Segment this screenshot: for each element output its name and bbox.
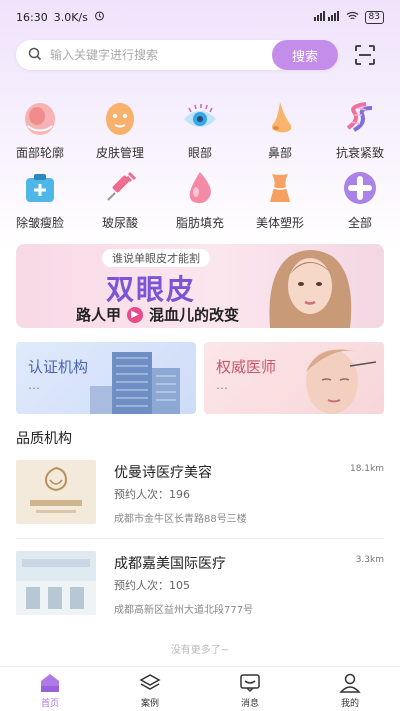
home-icon — [39, 673, 61, 693]
category-label: 抗衰紧致 — [335, 146, 384, 160]
category-eye[interactable]: 眼部 — [165, 98, 235, 166]
category-label: 除皱瘦脸 — [15, 216, 64, 230]
category-anti-aging[interactable]: 抗衰紧致 — [325, 98, 395, 166]
search-box: 搜索 — [16, 40, 338, 70]
status-bar: 16:30 3.0K/s 83 — [0, 0, 400, 34]
scan-icon[interactable] — [354, 44, 376, 66]
cases-icon — [139, 673, 161, 693]
category-label: 鼻部 — [267, 146, 292, 160]
bottom-tab-bar: 首页 案例 消息 我的 — [0, 666, 400, 711]
banner-title: 双眼皮 — [106, 273, 197, 306]
tab-cases[interactable]: 案例 — [100, 667, 200, 711]
card-dots: … — [216, 378, 228, 392]
category-label: 美体塑形 — [255, 216, 304, 230]
category-label: 脂肪填充 — [175, 216, 224, 230]
category-label: 面部轮廓 — [15, 146, 64, 160]
institution-name: 成都嘉美国际医疗 — [114, 556, 226, 572]
search-input[interactable] — [50, 48, 250, 62]
banner-subtitle: 路人甲 ▶ 混血儿的改变 — [76, 304, 239, 325]
category-label: 玻尿酸 — [101, 216, 138, 230]
section-title: 品质机构 — [16, 431, 72, 447]
institution-appointments: 预约人次：105 — [114, 579, 190, 592]
institution-item[interactable]: 成都嘉美国际医疗 3.3km 预约人次：105 成都高新区益州大道北段777号 — [16, 551, 384, 617]
tab-label: 我的 — [340, 699, 359, 709]
tab-label: 案例 — [140, 699, 159, 709]
institution-distance: 3.3km — [355, 555, 384, 565]
eye-icon — [180, 98, 220, 138]
medical-kit-icon — [20, 168, 60, 208]
feature-cards: 认证机构 … 权威医师 … — [16, 342, 384, 414]
dna-icon — [340, 98, 380, 138]
profile-icon — [339, 673, 361, 693]
category-face-contour[interactable]: 面部轮廓 — [5, 98, 75, 166]
body-shape-icon — [260, 168, 300, 208]
certified-institutions-card[interactable]: 认证机构 … — [16, 342, 196, 414]
category-wrinkle-removal[interactable]: 除皱瘦脸 — [5, 168, 75, 236]
tab-label: 首页 — [40, 699, 59, 709]
institution-logo — [16, 460, 96, 524]
institution-photo — [16, 551, 96, 615]
institution-name: 优曼诗医疗美容 — [114, 465, 212, 481]
message-icon — [239, 673, 261, 693]
category-label: 全部 — [347, 216, 372, 230]
face-contour-icon — [20, 98, 60, 138]
fat-drop-icon — [180, 168, 220, 208]
institution-address: 成都市金牛区长青路88号三楼 — [114, 514, 247, 525]
network-speed: 3.0K/s — [53, 10, 88, 24]
doctor-face-image — [306, 349, 377, 414]
category-grid: 面部轮廓 皮肤管理 眼部 鼻部 抗衰紧致 除皱瘦脸 玻尿酸 脂肪填充 美体塑形 … — [0, 98, 400, 236]
category-skin-care[interactable]: 皮肤管理 — [85, 98, 155, 166]
category-fat-filling[interactable]: 脂肪填充 — [165, 168, 235, 236]
tab-messages[interactable]: 消息 — [200, 667, 300, 711]
banner-tag: 谁说单眼皮才能割 — [102, 249, 210, 267]
category-nose[interactable]: 鼻部 — [245, 98, 315, 166]
building-image — [90, 352, 180, 414]
plus-circle-icon — [340, 168, 380, 208]
syringe-icon — [100, 168, 140, 208]
divider — [16, 538, 384, 539]
institution-address: 成都高新区益州大道北段777号 — [114, 605, 254, 616]
alarm-icon — [94, 10, 105, 24]
institution-distance: 18.1km — [349, 464, 384, 474]
banner-subtitle-left: 路人甲 — [76, 306, 122, 324]
category-all[interactable]: 全部 — [325, 168, 395, 236]
model-face-image — [269, 250, 352, 328]
card-title: 权威医师 — [216, 358, 277, 376]
institution-appointments: 预约人次：196 — [114, 488, 190, 501]
arrow-right-icon: ▶ — [127, 306, 144, 323]
search-row: 搜索 — [16, 40, 384, 70]
tab-profile[interactable]: 我的 — [300, 667, 400, 711]
search-icon — [28, 46, 42, 65]
institution-item[interactable]: 优曼诗医疗美容 18.1km 预约人次：196 成都市金牛区长青路88号三楼 — [16, 460, 384, 526]
tab-home[interactable]: 首页 — [0, 667, 100, 711]
tab-label: 消息 — [240, 699, 259, 709]
battery-icon: 83 — [364, 10, 384, 24]
skin-mask-icon — [100, 98, 140, 138]
category-label: 皮肤管理 — [95, 146, 144, 160]
card-dots: … — [28, 378, 40, 392]
category-body-shaping[interactable]: 美体塑形 — [245, 168, 315, 236]
promo-banner[interactable]: 谁说单眼皮才能割 双眼皮 路人甲 ▶ 混血儿的改变 — [16, 244, 384, 328]
category-label: 眼部 — [187, 146, 212, 160]
signal-icon — [313, 10, 340, 24]
category-hyaluronic-acid[interactable]: 玻尿酸 — [85, 168, 155, 236]
nose-icon — [260, 98, 300, 138]
status-time: 16:30 — [16, 10, 48, 24]
search-button[interactable]: 搜索 — [272, 40, 338, 70]
wifi-icon — [346, 11, 359, 24]
no-more-text: 没有更多了~ — [170, 645, 230, 656]
banner-subtitle-right: 混血儿的改变 — [149, 306, 240, 324]
authoritative-doctors-card[interactable]: 权威医师 … — [204, 342, 384, 414]
